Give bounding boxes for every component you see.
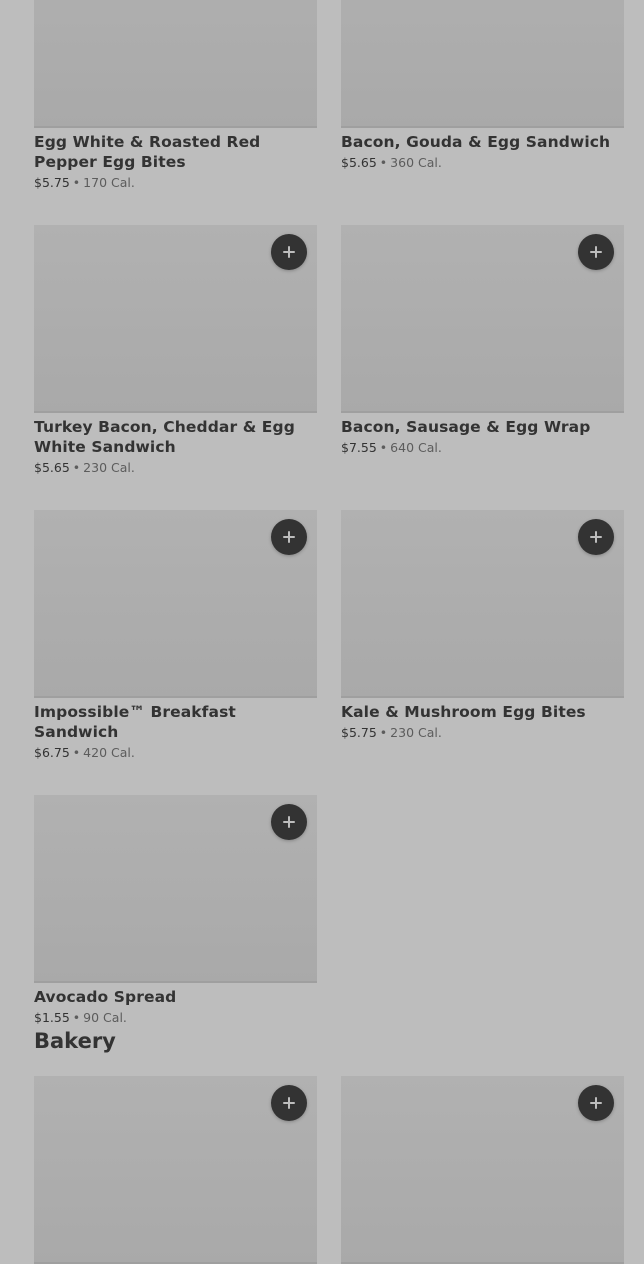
add-to-cart-button[interactable] [271,804,307,840]
item-meta: $5.65 • 360 Cal. [341,155,624,171]
item-image[interactable] [341,0,624,128]
separator-dot: • [379,440,388,455]
item-image[interactable] [34,225,317,413]
item-name: Impossible™ Breakfast Sandwich [34,703,236,741]
separator-dot: • [72,1010,81,1025]
menu-grid-breakfast: Egg White & Roasted Red Pepper Egg Bites… [34,0,624,1026]
item-meta: $1.55 • 90 Cal. [34,1010,317,1026]
item-calories: 230 Cal. [390,725,442,740]
item-price: $5.75 [341,725,377,740]
item-calories: 170 Cal. [83,175,135,190]
menu-item-card[interactable] [34,1076,317,1264]
menu-item-card[interactable]: Bacon, Gouda & Egg Sandwich $5.65 • 360 Ca… [341,0,624,191]
item-image[interactable] [341,225,624,413]
item-price: $6.75 [34,745,70,760]
plus-icon [283,1097,295,1109]
separator-dot: • [72,460,81,475]
separator-dot: • [72,745,81,760]
add-to-cart-button[interactable] [271,234,307,270]
separator-dot: • [379,155,388,170]
menu-item-card[interactable]: Avocado Spread $1.55 • 90 Cal. [34,795,317,1026]
menu-item-card[interactable]: Egg White & Roasted Red Pepper Egg Bites… [34,0,317,191]
item-price: $1.55 [34,1010,70,1025]
add-to-cart-button[interactable] [578,234,614,270]
item-meta: $7.55 • 640 Cal. [341,440,624,456]
menu-grid-bakery [34,1076,624,1264]
item-calories: 640 Cal. [390,440,442,455]
add-to-cart-button[interactable] [271,519,307,555]
item-calories: 90 Cal. [83,1010,127,1025]
item-image[interactable] [341,1076,624,1264]
item-meta: $6.75 • 420 Cal. [34,745,317,761]
menu-item-card[interactable]: Bacon, Sausage & Egg Wrap $7.55 • 640 Cal. [341,225,624,476]
plus-icon [283,531,295,543]
item-calories: 420 Cal. [83,745,135,760]
menu-item-card[interactable] [341,1076,624,1264]
separator-dot: • [379,725,388,740]
menu-item-card[interactable]: Kale & Mushroom Egg Bites $5.75 • 230 Cal. [341,510,624,761]
plus-icon [590,531,602,543]
item-image[interactable] [34,795,317,983]
item-name: Kale & Mushroom Egg Bites [341,703,586,721]
plus-icon [283,246,295,258]
item-image[interactable] [34,1076,317,1264]
item-price: $7.55 [341,440,377,455]
add-to-cart-button[interactable] [271,1085,307,1121]
item-meta: $5.75 • 170 Cal. [34,175,317,191]
item-meta: $5.75 • 230 Cal. [341,725,624,741]
add-to-cart-button[interactable] [578,1085,614,1121]
item-calories: 230 Cal. [83,460,135,475]
item-price: $5.75 [34,175,70,190]
item-image[interactable] [34,510,317,698]
item-name: Bacon, Sausage & Egg Wrap [341,418,591,436]
item-name: Turkey Bacon, Cheddar & Egg White Sandwi… [34,418,295,456]
plus-icon [590,246,602,258]
plus-icon [283,816,295,828]
menu-item-card[interactable]: Turkey Bacon, Cheddar & Egg White Sandwi… [34,225,317,476]
add-to-cart-button[interactable] [578,519,614,555]
section-title-bakery: Bakery [34,1029,116,1053]
item-calories: 360 Cal. [390,155,442,170]
item-name: Bacon, Gouda & Egg Sandwich [341,133,611,151]
plus-icon [590,1097,602,1109]
separator-dot: • [72,175,81,190]
menu-item-card[interactable]: Impossible™ Breakfast Sandwich $6.75 • 420… [34,510,317,761]
item-price: $5.65 [34,460,70,475]
item-name: Avocado Spread [34,988,177,1006]
item-meta: $5.65 • 230 Cal. [34,460,317,476]
item-image[interactable] [341,510,624,698]
item-name: Egg White & Roasted Red Pepper Egg Bites [34,133,261,171]
item-image[interactable] [34,0,317,128]
item-price: $5.65 [341,155,377,170]
